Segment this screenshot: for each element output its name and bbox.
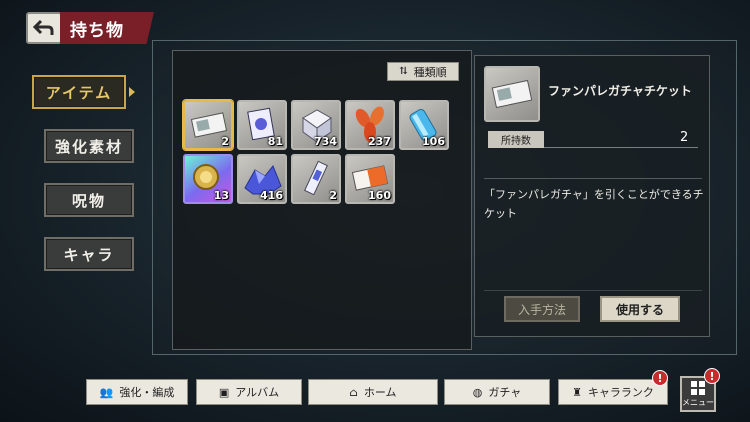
nav-gacha[interactable]: ◍ ガチャ [444,379,550,405]
tab-enhance-materials[interactable]: 強化素材 [44,129,134,163]
selected-item-icon [484,66,540,122]
notification-badge: ! [652,370,668,386]
item-count: 81 [267,135,283,148]
team-icon: 👥 [99,385,114,399]
use-button[interactable]: 使用する [600,296,680,322]
item-count: 13 [213,189,229,202]
grid-menu-icon [691,381,705,395]
sort-button[interactable]: ⇅ 種類順 [387,62,459,81]
nav-label: 強化・編成 [119,386,175,399]
rank-icon: ♜ [572,385,582,399]
item-slot[interactable]: 13 [183,154,233,204]
home-icon: ⌂ [349,385,358,399]
nav-label: ガチャ [488,386,522,399]
back-button[interactable] [26,12,62,44]
nav-label: キャラランク [587,386,654,399]
item-slot[interactable]: 2 [291,154,341,204]
nav-label: アルバム [235,386,280,399]
item-slot[interactable]: 2 [183,100,233,150]
divider [484,290,702,291]
item-count: 160 [368,189,391,202]
tab-items[interactable]: アイテム [32,75,126,109]
nav-character-rank[interactable]: ♜ キャラランク [558,379,668,405]
notification-badge: ! [704,368,720,384]
back-arrow-icon [33,19,54,35]
gacha-icon: ◍ [472,385,483,399]
nav-label: ホーム [363,386,397,399]
sort-icon: ⇅ [399,66,408,77]
owned-label: 所持数 [488,131,544,148]
owned-value: 2 [680,130,689,145]
item-count: 106 [422,135,445,148]
album-icon: ▣ [218,385,230,399]
tab-characters[interactable]: キャラ [44,237,134,271]
item-slot[interactable]: 734 [291,100,341,150]
item-name: ファンパレガチャチケット [548,84,692,98]
sort-label: 種類順 [413,65,447,79]
item-count: 416 [260,189,283,202]
ticket-icon [491,79,533,109]
nav-enhance-team[interactable]: 👥 強化・編成 [86,379,188,405]
divider [484,178,702,179]
item-slot[interactable]: 106 [399,100,449,150]
obtain-method-button[interactable]: 入手方法 [504,296,580,322]
nav-home[interactable]: ⌂ ホーム [308,379,438,405]
item-description: 「ファンパレガチャ」を引くことができるチケット [484,188,704,220]
item-count: 237 [368,135,391,148]
item-slot[interactable]: 160 [345,154,395,204]
nav-album[interactable]: ▣ アルバム [196,379,302,405]
active-tab-arrow-icon [129,87,135,97]
item-slot[interactable]: 81 [237,100,287,150]
tab-cursed-objects[interactable]: 呪物 [44,183,134,217]
item-count: 734 [314,135,337,148]
item-slot[interactable]: 237 [345,100,395,150]
item-count: 2 [221,135,229,148]
item-slot[interactable]: 416 [237,154,287,204]
item-grid: 2 81 734 237 106 13 416 2 160 [183,100,453,210]
item-count: 2 [329,189,337,202]
page-title: 持ち物 [60,12,154,44]
menu-label: メニュー [682,398,714,407]
